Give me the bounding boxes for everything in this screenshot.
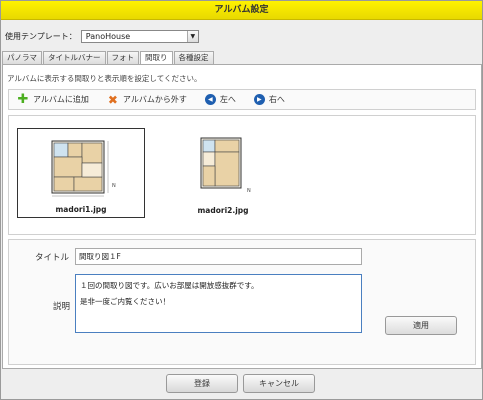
move-left-label: 左へ <box>219 95 236 104</box>
title-input[interactable]: 間取り図１F <box>75 248 362 265</box>
thumbnail-madori2[interactable]: N madori2.jpg <box>159 128 287 218</box>
remove-from-album-label: アルバムから外す <box>122 95 187 104</box>
svg-text:N: N <box>247 188 251 194</box>
arrow-left-icon: ◀ <box>204 94 216 105</box>
tab-settings[interactable]: 各種設定 <box>173 51 214 64</box>
remove-from-album-button[interactable]: ✖ アルバムから外す <box>107 94 187 106</box>
svg-text:N: N <box>112 183 116 189</box>
dialog-footer: 登録 キャンセル <box>1 369 482 399</box>
plus-icon: ✚ <box>17 91 29 107</box>
description-label: 説明 <box>53 302 71 312</box>
title-label: タイトル <box>35 253 70 263</box>
image-gallery: N madori1.jpg N madori2.jpg <box>8 115 476 235</box>
move-right-label: 右へ <box>268 95 285 104</box>
image-toolbar: ✚ アルバムに追加 ✖ アルバムから外す ◀ 左へ ▶ 右へ <box>8 89 476 110</box>
template-label: 使用テンプレート： <box>5 31 77 41</box>
tab-title-banner[interactable]: タイトルバナー <box>43 51 106 64</box>
move-right-button[interactable]: ▶ 右へ <box>253 94 285 105</box>
template-select[interactable]: PanoHouse ▼ <box>80 29 199 43</box>
tab-panorama[interactable]: パノラマ <box>2 51 42 64</box>
floorplan-panel: アルバムに表示する間取りと表示順を設定してください。 ✚ アルバムに追加 ✖ ア… <box>2 64 482 369</box>
thumbnail-madori1[interactable]: N madori1.jpg <box>17 128 145 218</box>
apply-button[interactable]: 適用 <box>385 316 457 335</box>
cancel-button[interactable]: キャンセル <box>243 374 315 393</box>
chevron-down-icon[interactable]: ▼ <box>186 30 198 42</box>
add-to-album-button[interactable]: ✚ アルバムに追加 <box>17 91 89 107</box>
thumbnail-filename: madori2.jpg <box>197 206 249 215</box>
dialog-title: アルバム設定 <box>1 1 482 20</box>
description-line-2: 是非一度ご内覧ください！ <box>80 297 170 306</box>
arrow-right-icon: ▶ <box>253 94 265 105</box>
template-row: 使用テンプレート： PanoHouse ▼ <box>5 29 199 43</box>
image-details-form: タイトル 間取り図１F 説明 １回の間取り図です。広いお部屋は開放感抜群です。 … <box>8 239 476 365</box>
thumbnail-filename: madori1.jpg <box>55 205 107 214</box>
tab-floorplan[interactable]: 間取り <box>140 51 173 65</box>
x-icon: ✖ <box>107 92 118 107</box>
description-line-1: １回の間取り図です。広いお部屋は開放感抜群です。 <box>80 281 259 290</box>
instruction-text: アルバムに表示する間取りと表示順を設定してください。 <box>7 74 202 83</box>
album-settings-dialog: アルバム設定 使用テンプレート： PanoHouse ▼ パノラマ タイトルバナ… <box>0 0 483 400</box>
floorplan-image: N <box>51 140 116 197</box>
tab-photo[interactable]: フォト <box>106 51 139 64</box>
floorplan-image: N <box>200 137 251 194</box>
add-to-album-label: アルバムに追加 <box>33 95 89 104</box>
tab-bar: パノラマ タイトルバナー フォト 間取り 各種設定 <box>2 51 215 65</box>
description-textarea[interactable]: １回の間取り図です。広いお部屋は開放感抜群です。 是非一度ご内覧ください！ <box>75 274 362 333</box>
template-selected-value: PanoHouse <box>85 31 131 41</box>
move-left-button[interactable]: ◀ 左へ <box>204 94 236 105</box>
register-button[interactable]: 登録 <box>166 374 238 393</box>
